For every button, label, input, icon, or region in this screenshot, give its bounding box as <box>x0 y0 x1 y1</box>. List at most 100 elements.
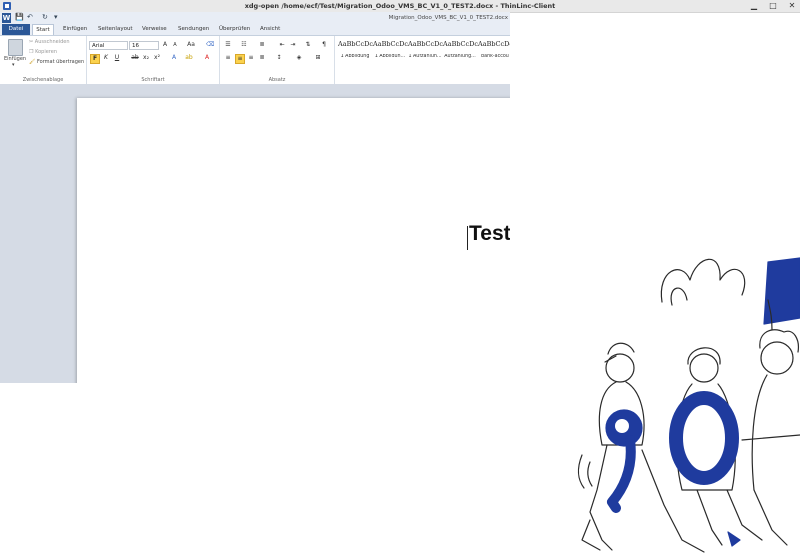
line-spacing-icon[interactable]: ↕ <box>275 54 283 62</box>
person-middle-hair <box>687 347 721 365</box>
blue-number-9-tail <box>607 435 636 513</box>
align-left-icon[interactable]: ≡ <box>224 54 232 62</box>
person-left-shoe <box>581 519 601 551</box>
tab-einfuegen[interactable]: Einfügen <box>63 24 87 35</box>
style-sample: AaBbCcDc <box>373 40 408 48</box>
person-middle-head <box>689 353 719 383</box>
shrink-font-icon[interactable]: A <box>171 41 179 49</box>
style-name: Aufzählung... <box>444 54 476 59</box>
grow-font-icon[interactable]: A <box>161 41 169 49</box>
tab-seitenlayout[interactable]: Seitenlayout <box>98 24 133 35</box>
format-painter-button[interactable]: 🖌 Format übertragen <box>29 59 84 65</box>
style-sample: AaBbCcDc <box>338 40 373 48</box>
tab-start[interactable]: Start <box>32 24 54 35</box>
underline-button[interactable]: U <box>113 54 121 62</box>
multilevel-list-icon[interactable]: ≣ <box>258 41 266 49</box>
bold-button[interactable]: F <box>90 54 100 64</box>
word-window: W 💾 ↶ ↻ ▾ Migration_Odoo_VMS_BC_V1_0_TES… <box>0 12 510 383</box>
quick-access-toolbar: W 💾 ↶ ↻ ▾ Migration_Odoo_VMS_BC_V1_0_TES… <box>0 12 510 24</box>
style-name: 1 Abbildung <box>340 54 370 59</box>
style-bank-account[interactable]: AaBbCcDc bank-accou <box>478 40 510 66</box>
paste-dropdown-icon[interactable]: ▾ <box>12 62 15 68</box>
decrease-indent-icon[interactable]: ⇤ <box>278 41 286 49</box>
person-right-leg <box>753 489 788 546</box>
highlight-color-icon[interactable]: ab <box>185 54 193 62</box>
tab-datei[interactable]: Datei <box>2 24 30 35</box>
tab-ueberpruefen[interactable]: Überprüfen <box>219 24 250 35</box>
font-group: Arial 16 A A Aa ⌫ F K U ab x₂ x² A ab A … <box>87 36 220 84</box>
paste-button[interactable]: Einfügen <box>4 56 26 62</box>
shading-icon[interactable]: ◈ <box>295 54 303 62</box>
increase-indent-icon[interactable]: ⇥ <box>289 41 297 49</box>
ribbon: Einfügen ▾ ✂ Ausschneiden ❐ Kopieren 🖌 F… <box>0 35 510 85</box>
copy-label: Kopieren <box>35 49 57 55</box>
person-right-body <box>751 374 768 491</box>
text-effects-icon[interactable]: A <box>170 54 178 62</box>
document-text[interactable]: Test <box>469 222 510 246</box>
cut-button[interactable]: ✂ Ausschneiden <box>29 39 70 45</box>
style-name: bank-accou <box>481 54 509 59</box>
close-button[interactable]: ✕ <box>788 0 796 12</box>
style-1-aufzaehlun[interactable]: AaBbCcDc 1 Aufzählun... <box>408 40 443 66</box>
document-area: Test <box>0 84 510 383</box>
person-right-head <box>760 341 794 375</box>
subscript-button[interactable]: x₂ <box>142 54 150 62</box>
paragraph-group: ☰ ☷ ≣ ⇤ ⇥ ⇅ ¶ ≡ ≡ ≡ ≣ ↕ ◈ ⊞ Absatz <box>220 36 335 84</box>
tab-verweise[interactable]: Verweise <box>142 24 167 35</box>
restore-button[interactable]: □ <box>769 0 777 12</box>
style-1-abbildung[interactable]: AaBbCcDc 1 Abbildung <box>338 40 373 66</box>
person-middle-leg <box>696 489 723 546</box>
people-illustration <box>577 257 800 553</box>
justify-icon[interactable]: ≣ <box>258 54 266 62</box>
document-page[interactable]: Test <box>77 98 510 383</box>
format-painter-icon: 🖌 <box>29 59 36 65</box>
cloud-loops <box>660 258 746 303</box>
italic-button[interactable]: K <box>102 54 110 62</box>
bullets-icon[interactable]: ☰ <box>224 41 232 49</box>
clipboard-group-label: Zwischenablage <box>22 77 64 83</box>
sort-icon[interactable]: ⇅ <box>304 41 312 49</box>
minimize-button[interactable]: ▁ <box>750 0 758 12</box>
style-sample: AaBbCcDc <box>478 40 510 48</box>
font-group-label: Schriftart <box>141 77 165 83</box>
styles-gallery: AaBbCcDc 1 Abbildung AaBbCcDc 1 Abbildun… <box>336 36 510 84</box>
motion-line-2 <box>587 461 593 487</box>
font-size-select[interactable]: 16 <box>129 41 159 50</box>
style-sample: AaBbCcDc <box>408 40 443 48</box>
window-title: xdg-open /home/ecf/Test/Migration_Odoo_V… <box>244 2 556 10</box>
style-1-abbildun[interactable]: AaBbCcDc 1 Abbildun... <box>373 40 408 66</box>
blue-number-0 <box>669 391 739 485</box>
text-cursor <box>467 226 468 250</box>
cut-label: Ausschneiden <box>34 39 70 45</box>
numbering-icon[interactable]: ☷ <box>240 41 248 49</box>
word-logo-icon[interactable]: W <box>2 13 11 23</box>
cloud-loop-inner <box>670 287 688 306</box>
borders-icon[interactable]: ⊞ <box>314 54 322 62</box>
tab-ansicht[interactable]: Ansicht <box>260 24 280 35</box>
ribbon-tabs: Datei Start Einfügen Seitenlayout Verwei… <box>0 24 510 35</box>
change-case-icon[interactable]: Aa <box>187 41 195 49</box>
clear-formatting-icon[interactable]: ⌫ <box>206 41 214 49</box>
paste-icon[interactable] <box>8 39 23 56</box>
tab-sendungen[interactable]: Sendungen <box>178 24 209 35</box>
style-name: 1 Abbildun... <box>374 54 406 59</box>
window-controls: ▁ □ ✕ <box>750 0 796 12</box>
undo-icon[interactable]: ↶ <box>27 13 33 22</box>
redo-icon[interactable]: ↻ <box>42 13 48 22</box>
copy-button[interactable]: ❐ Kopieren <box>29 49 57 55</box>
align-center-icon[interactable]: ≡ <box>235 54 245 64</box>
blue-flag <box>763 257 800 325</box>
save-icon[interactable]: 💾 <box>15 13 24 22</box>
paragraph-group-label: Absatz <box>268 77 286 83</box>
superscript-button[interactable]: x² <box>153 54 161 62</box>
customize-qat-icon[interactable]: ▾ <box>54 13 58 22</box>
font-color-icon[interactable]: A <box>203 54 211 62</box>
align-right-icon[interactable]: ≡ <box>247 54 255 62</box>
person-left-head <box>605 353 635 383</box>
show-formatting-icon[interactable]: ¶ <box>320 41 328 49</box>
clipboard-group: Einfügen ▾ ✂ Ausschneiden ❐ Kopieren 🖌 F… <box>0 36 87 84</box>
font-family-select[interactable]: Arial <box>89 41 128 50</box>
style-aufzaehlung[interactable]: AaBbCcDc Aufzählung... <box>443 40 478 66</box>
number-9-hole <box>615 419 629 433</box>
strikethrough-button[interactable]: ab <box>131 54 139 62</box>
